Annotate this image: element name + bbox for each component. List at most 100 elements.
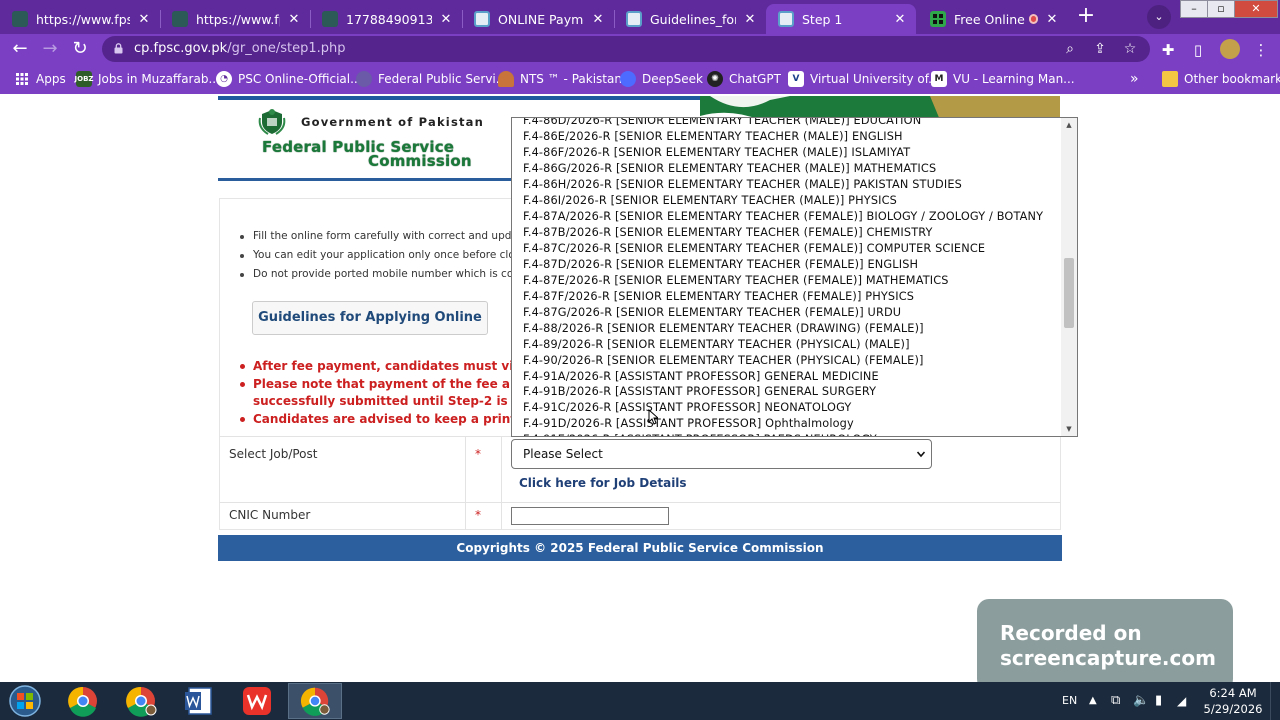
- bookmark-fpsc[interactable]: Federal Public Servi...: [356, 64, 507, 94]
- show-desktop-button[interactable]: [1270, 682, 1280, 720]
- lock-icon[interactable]: [114, 43, 123, 54]
- cnic-input[interactable]: [511, 507, 669, 525]
- url-text[interactable]: cp.fpsc.gov.pk/gr_one/step1.php: [134, 36, 346, 62]
- dropdown-option[interactable]: F.4-86I/2026-R [SENIOR ELEMENTARY TEACHE…: [512, 193, 1060, 209]
- maximize-button[interactable]: ▫: [1207, 0, 1235, 18]
- windows-taskbar: EN ▲ ⧉ 🔈 ▮ ◢ 6:24 AM 5/29/2026: [0, 682, 1280, 720]
- back-button[interactable]: ←: [8, 37, 32, 61]
- menu-kebab-icon[interactable]: ⋮: [1250, 39, 1272, 61]
- dropdown-option[interactable]: F.4-86G/2026-R [SENIOR ELEMENTARY TEACHE…: [512, 161, 1060, 177]
- battery-icon[interactable]: ▮: [1155, 682, 1162, 720]
- dropdown-scrollbar[interactable]: ▲ ▼: [1061, 118, 1077, 436]
- browser-tab[interactable]: ONLINE Payment ✕: [462, 4, 614, 34]
- extensions-icon[interactable]: ✚: [1157, 39, 1179, 61]
- bookmark-deepseek[interactable]: DeepSeek: [620, 64, 703, 94]
- dropdown-option[interactable]: F.4-88/2026-R [SENIOR ELEMENTARY TEACHER…: [512, 321, 1060, 337]
- browser-tab[interactable]: Free Online Sc ✕: [918, 4, 1068, 34]
- forward-button[interactable]: →: [38, 37, 62, 61]
- job-select-value: Please Select: [523, 447, 603, 461]
- dropdown-option[interactable]: F.4-91B/2026-R [ASSISTANT PROFESSOR] GEN…: [512, 384, 1060, 400]
- dropdown-option[interactable]: F.4-87D/2026-R [SENIOR ELEMENTARY TEACHE…: [512, 257, 1060, 273]
- reload-button[interactable]: ↻: [68, 37, 92, 61]
- chrome-icon[interactable]: [114, 683, 168, 719]
- dropdown-option[interactable]: F.4-86H/2026-R [SENIOR ELEMENTARY TEACHE…: [512, 177, 1060, 193]
- network-sync-icon[interactable]: ⧉: [1111, 682, 1120, 720]
- bookmarks-bar: Apps JOBZ Jobs in Muzaffarab... ◔ PSC On…: [0, 64, 1280, 94]
- taskbar-clock[interactable]: 6:24 AM 5/29/2026: [1200, 685, 1266, 717]
- browser-tab-active[interactable]: Step 1 ✕: [766, 4, 916, 34]
- new-tab-button[interactable]: +: [1074, 5, 1098, 29]
- tab-search-button[interactable]: ⌄: [1147, 5, 1171, 29]
- browser-tab[interactable]: Guidelines_for_On ✕: [614, 4, 766, 34]
- psc-icon: ◔: [216, 71, 232, 87]
- image-icon: [474, 11, 490, 27]
- volume-icon[interactable]: 🔈: [1133, 682, 1149, 720]
- dropdown-option[interactable]: F.4-87G/2026-R [SENIOR ELEMENTARY TEACHE…: [512, 305, 1060, 321]
- note-text-continued: successfully submitted until Step-2 is c…: [253, 394, 549, 408]
- bookmark-apps[interactable]: Apps: [14, 64, 66, 94]
- browser-tab-strip: https://www.fpsc.g ✕ https://www.fpsc.g …: [0, 0, 1280, 34]
- tab-close-icon[interactable]: ✕: [136, 11, 152, 27]
- dropdown-option[interactable]: F.4-91A/2026-R [ASSISTANT PROFESSOR] GEN…: [512, 369, 1060, 385]
- dropdown-option[interactable]: F.4-89/2026-R [SENIOR ELEMENTARY TEACHER…: [512, 337, 1060, 353]
- job-details-link[interactable]: Click here for Job Details: [519, 476, 687, 490]
- windows-start-button[interactable]: [4, 683, 46, 719]
- wps-icon[interactable]: [230, 683, 284, 719]
- required-asterisk: *: [475, 447, 481, 461]
- bookmark-vu-lms[interactable]: M VU - Learning Man...: [931, 64, 1075, 94]
- minimize-button[interactable]: –: [1180, 0, 1208, 18]
- side-panel-icon[interactable]: ▯: [1187, 39, 1209, 61]
- tab-close-icon[interactable]: ✕: [1044, 11, 1060, 27]
- dropdown-option[interactable]: F.4-87B/2026-R [SENIOR ELEMENTARY TEACHE…: [512, 225, 1060, 241]
- address-bar[interactable]: cp.fpsc.gov.pk/gr_one/step1.php ⌕ ⇪ ☆: [102, 36, 1150, 62]
- note-item: After fee payment, candidates must visit…: [238, 358, 549, 376]
- dropdown-option[interactable]: F.4-91E/2026-R [ASSISTANT PROFESSOR] PAE…: [512, 432, 1060, 436]
- scroll-up-arrow-icon[interactable]: ▲: [1065, 122, 1073, 129]
- tab-close-icon[interactable]: ✕: [590, 11, 606, 27]
- tab-title: https://www.fpsc.g: [36, 11, 130, 27]
- bookmark-other[interactable]: Other bookmarks: [1162, 64, 1280, 94]
- profile-avatar[interactable]: [1220, 39, 1240, 59]
- dropdown-option[interactable]: F.4-87C/2026-R [SENIOR ELEMENTARY TEACHE…: [512, 241, 1060, 257]
- bookmark-star-icon[interactable]: ☆: [1120, 39, 1140, 59]
- bookmark-nts[interactable]: NTS ™ - Pakistan: [498, 64, 622, 94]
- word-icon[interactable]: [172, 683, 226, 719]
- job-post-select[interactable]: Please Select: [511, 439, 932, 469]
- show-hidden-icons-icon[interactable]: ▲: [1089, 682, 1097, 720]
- browser-tab[interactable]: https://www.fpsc.g ✕: [160, 4, 310, 34]
- zoom-icon[interactable]: ⌕: [1060, 39, 1080, 59]
- dropdown-option[interactable]: F.4-91C/2026-R [ASSISTANT PROFESSOR] NEO…: [512, 400, 1060, 416]
- guidelines-button[interactable]: Guidelines for Applying Online: [252, 301, 488, 335]
- wifi-signal-icon[interactable]: ◢: [1177, 682, 1186, 720]
- dropdown-option[interactable]: F.4-87E/2026-R [SENIOR ELEMENTARY TEACHE…: [512, 273, 1060, 289]
- scrollbar-thumb[interactable]: [1064, 258, 1074, 328]
- browser-tab[interactable]: https://www.fpsc.g ✕: [0, 4, 160, 34]
- bookmarks-overflow-button[interactable]: »: [1130, 64, 1139, 94]
- dropdown-option[interactable]: F.4-86F/2026-R [SENIOR ELEMENTARY TEACHE…: [512, 145, 1060, 161]
- dropdown-option[interactable]: F.4-87F/2026-R [SENIOR ELEMENTARY TEACHE…: [512, 289, 1060, 305]
- dropdown-option[interactable]: F.4-86E/2026-R [SENIOR ELEMENTARY TEACHE…: [512, 129, 1060, 145]
- job-post-dropdown-list[interactable]: F.4-86D/2026-R [SENIOR ELEMENTARY TEACHE…: [511, 117, 1078, 437]
- scroll-down-arrow-icon[interactable]: ▼: [1065, 426, 1073, 433]
- bookmark-label: Other bookmarks: [1184, 72, 1280, 86]
- dropdown-option[interactable]: F.4-87A/2026-R [SENIOR ELEMENTARY TEACHE…: [512, 209, 1060, 225]
- bookmark-jobs[interactable]: JOBZ Jobs in Muzaffarab...: [75, 64, 220, 94]
- dropdown-option[interactable]: F.4-91D/2026-R [ASSISTANT PROFESSOR] Oph…: [512, 416, 1060, 432]
- tab-close-icon[interactable]: ✕: [742, 11, 758, 27]
- bookmark-psc[interactable]: ◔ PSC Online-Official...: [216, 64, 362, 94]
- dropdown-option[interactable]: F.4-90/2026-R [SENIOR ELEMENTARY TEACHER…: [512, 353, 1060, 369]
- bookmark-chatgpt[interactable]: ✺ ChatGPT: [707, 64, 781, 94]
- language-indicator[interactable]: EN: [1062, 682, 1077, 720]
- dropdown-option[interactable]: F.4-86D/2026-R [SENIOR ELEMENTARY TEACHE…: [512, 118, 1060, 129]
- window-close-button[interactable]: ✕: [1234, 0, 1278, 18]
- chrome-icon[interactable]: [56, 683, 110, 719]
- browser-tab[interactable]: 1778849091393_c ✕: [310, 4, 462, 34]
- tab-close-icon[interactable]: ✕: [286, 11, 302, 27]
- share-icon[interactable]: ⇪: [1090, 39, 1110, 59]
- bookmark-vu[interactable]: V Virtual University of...: [788, 64, 940, 94]
- tab-close-icon[interactable]: ✕: [892, 11, 908, 27]
- note-text: Please note that payment of the fee alon…: [253, 376, 551, 391]
- bookmark-label: ChatGPT: [729, 72, 781, 86]
- chrome-icon-active[interactable]: [288, 683, 342, 719]
- tab-close-icon[interactable]: ✕: [438, 11, 454, 27]
